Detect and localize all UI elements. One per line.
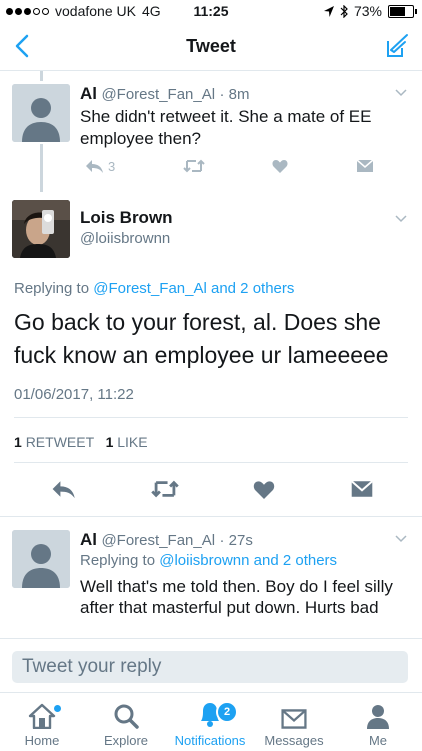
tab-explore[interactable]: Explore: [84, 699, 168, 748]
tab-label: Notifications: [174, 733, 246, 748]
status-bar: vodafone UK 4G 11:25 73%: [0, 0, 422, 22]
retweet-icon: [183, 159, 205, 173]
tweet-text: Go back to your forest, al. Does she fuc…: [14, 309, 389, 368]
tab-label: Explore: [103, 733, 149, 748]
author-name[interactable]: Al: [80, 530, 97, 549]
tweet-text: Well that's me told then. Boy do I feel …: [80, 577, 393, 617]
bluetooth-icon: [340, 4, 348, 18]
tab-bar: Home Explore 2 Notifications Messages Me: [0, 692, 422, 751]
tab-label: Home: [24, 733, 60, 748]
avatar-default[interactable]: [12, 530, 70, 588]
reply-button[interactable]: 3: [84, 158, 115, 174]
reply-input[interactable]: Tweet your reply: [12, 651, 408, 683]
replying-to-line: Replying to @Forest_Fan_Al and 2 others: [14, 280, 294, 297]
tab-label: Me: [368, 733, 388, 748]
main-tweet-actions: [50, 478, 374, 500]
default-user-icon: [12, 530, 70, 588]
replying-prefix: Replying to: [80, 552, 160, 569]
likes-label: LIKE: [117, 434, 148, 450]
tab-home[interactable]: Home: [0, 699, 84, 748]
author-name[interactable]: Al: [80, 84, 97, 103]
reply-header: Al @Forest_Fan_Al · 27s: [80, 530, 400, 550]
likes-stat[interactable]: 1 LIKE: [106, 434, 148, 450]
retweets-count: 1: [14, 434, 22, 450]
tweet-age: · 8m: [219, 86, 250, 103]
divider: [14, 462, 408, 463]
divider: [0, 516, 422, 517]
like-button[interactable]: [272, 159, 288, 173]
author-name[interactable]: Lois Brown: [80, 208, 173, 228]
envelope-icon: [281, 709, 307, 729]
compose-icon[interactable]: [382, 32, 410, 60]
reply-icon: [86, 160, 103, 173]
person-icon: [367, 705, 389, 729]
nav-bar: Tweet: [0, 22, 422, 71]
battery-fill: [390, 6, 405, 16]
chevron-down-icon[interactable]: [394, 214, 408, 224]
replying-to-link[interactable]: @Forest_Fan_Al and 2 others: [93, 280, 294, 297]
direct-message-button[interactable]: [356, 159, 374, 173]
retweets-stat[interactable]: 1 RETWEET: [14, 434, 94, 450]
thread-line: [40, 144, 43, 192]
reply-count: 3: [108, 158, 116, 174]
reply-bar: Tweet your reply: [0, 638, 422, 693]
battery-percent: 73%: [353, 3, 382, 19]
chevron-down-icon[interactable]: [394, 88, 408, 98]
notification-badge: 2: [216, 701, 238, 723]
retweet-button[interactable]: [183, 159, 205, 173]
divider: [14, 417, 408, 418]
tab-notifications[interactable]: 2 Notifications: [168, 699, 252, 748]
heart-icon[interactable]: [253, 480, 275, 499]
home-icon: [28, 703, 56, 729]
replying-to-line: Replying to @loiisbrownn and 2 others: [80, 552, 337, 569]
tweet-age: · 27s: [219, 532, 253, 549]
envelope-icon[interactable]: [350, 480, 374, 498]
tweet-text: She didn't retweet it. She a mate of EE …: [80, 107, 372, 148]
new-content-dot: [54, 705, 61, 712]
replying-to-link[interactable]: @loiisbrownn and 2 others: [159, 552, 337, 569]
heart-icon: [272, 160, 288, 173]
chevron-down-icon[interactable]: [394, 534, 408, 544]
author-handle[interactable]: @Forest_Fan_Al: [101, 86, 215, 103]
avatar-default[interactable]: [12, 84, 70, 142]
replying-prefix: Replying to: [14, 280, 94, 297]
author-handle[interactable]: @loiisbrownn: [80, 230, 170, 247]
tweet-stats: 1 RETWEET 1 LIKE: [14, 434, 148, 450]
profile-photo: [12, 200, 70, 258]
tweet-timestamp: 01/06/2017, 11:22: [14, 386, 134, 403]
thread-line: [40, 71, 43, 81]
avatar-lois[interactable]: [12, 200, 70, 258]
reply-header: Al @Forest_Fan_Al · 8m: [80, 84, 400, 104]
battery-icon: [388, 4, 417, 18]
status-right: 73%: [323, 3, 417, 19]
tab-messages[interactable]: Messages: [252, 699, 336, 748]
tab-label: Messages: [264, 733, 324, 748]
page-title: Tweet: [186, 36, 236, 56]
likes-count: 1: [105, 434, 114, 450]
reply-icon[interactable]: [50, 478, 76, 500]
author-handle[interactable]: @Forest_Fan_Al: [101, 532, 215, 549]
location-icon: [323, 5, 334, 17]
tweet-actions: 3: [84, 158, 374, 174]
envelope-icon: [356, 159, 374, 172]
retweet-icon[interactable]: [150, 480, 179, 498]
retweets-label: RETWEET: [25, 434, 94, 450]
default-user-icon: [12, 84, 70, 142]
tab-me[interactable]: Me: [336, 699, 420, 748]
search-icon: [114, 704, 139, 729]
